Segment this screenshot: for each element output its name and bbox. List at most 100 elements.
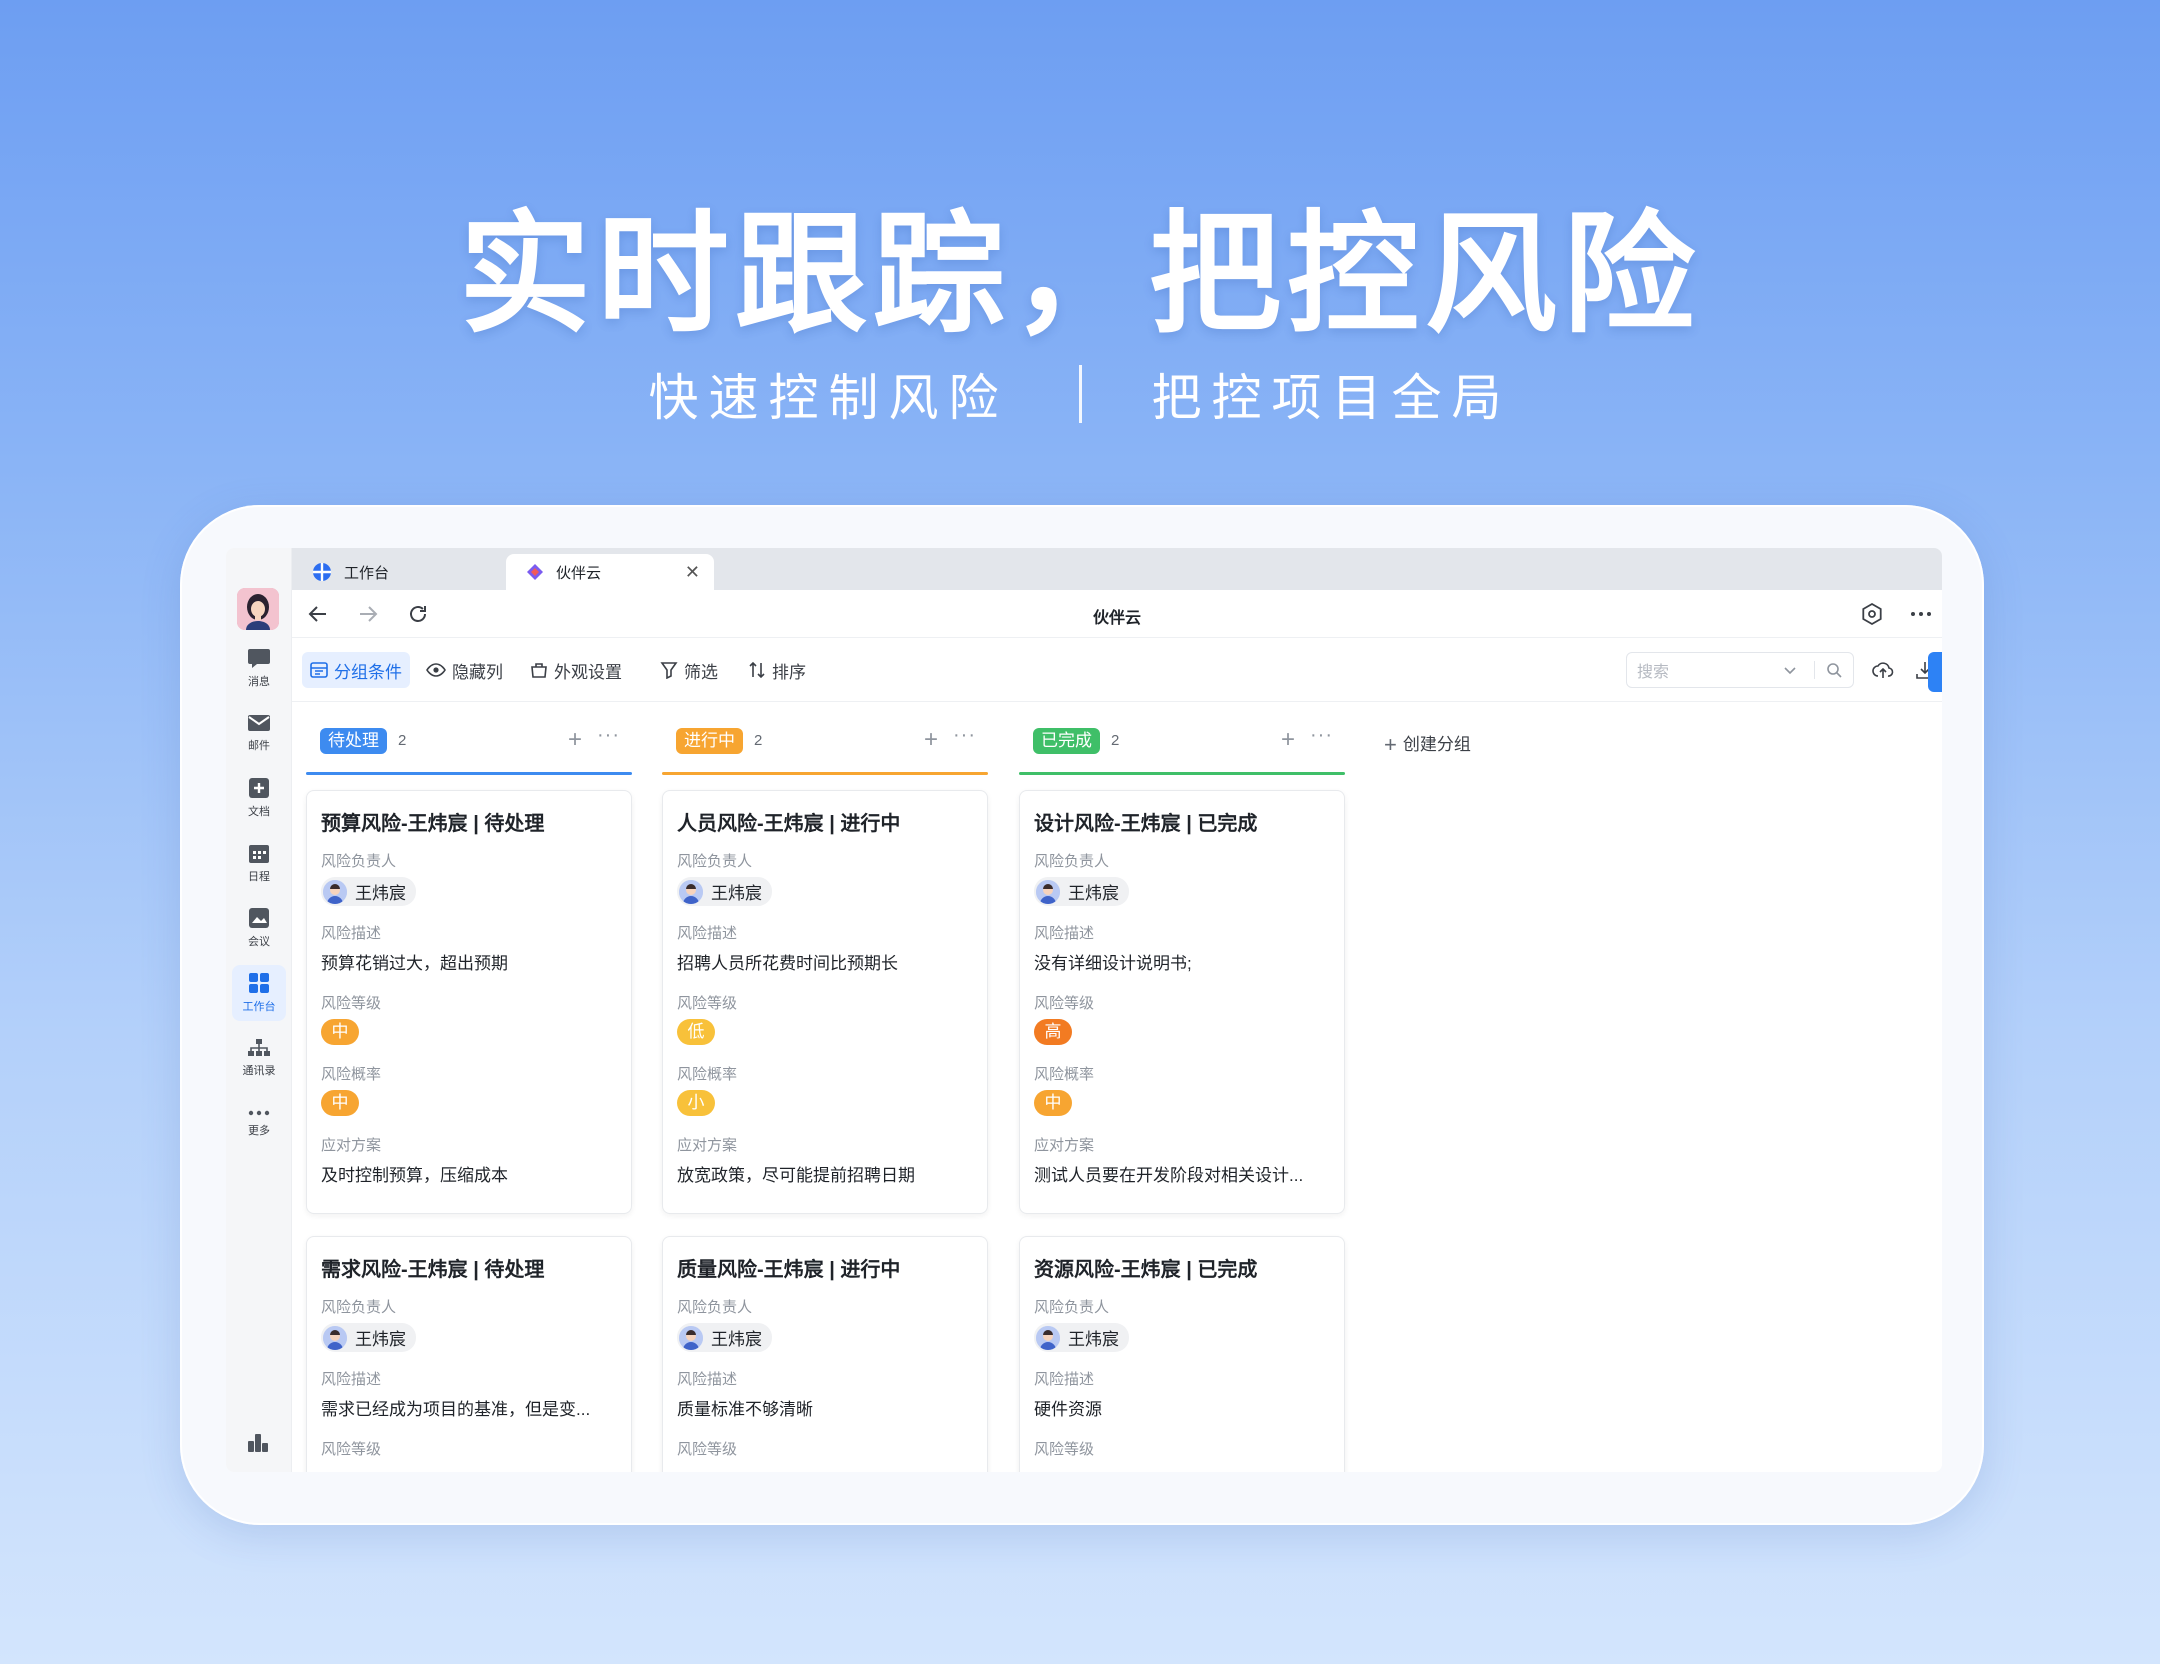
field-label-level: 风险等级 — [677, 1441, 738, 1458]
search-icon[interactable] — [1825, 661, 1843, 679]
hero-title: 实时跟踪，把控风险 — [459, 201, 1701, 348]
add-record-button[interactable] — [1928, 652, 1942, 692]
add-card-icon[interactable]: + — [1281, 726, 1295, 754]
rail-item-contacts[interactable]: 通讯录 — [232, 1030, 286, 1086]
risk-card[interactable]: 预算风险-王炜宸 | 待处理 风险负责人 王炜宸 风险描述 预算花销过大，超出预期 风险等… — [306, 790, 632, 1214]
calendar-icon — [249, 845, 269, 863]
card-title: 资源风险-王炜宸 | 已完成 — [1034, 1259, 1258, 1281]
card-title: 人员风险-王炜宸 | 进行中 — [677, 813, 901, 835]
group-more-icon[interactable]: ··· — [597, 724, 620, 747]
owner-name: 王炜宸 — [711, 884, 762, 903]
page-title: 伙伴云 — [1092, 610, 1141, 627]
owner-avatar — [323, 879, 347, 904]
group-condition-button[interactable]: 分组条件 — [302, 652, 410, 688]
field-value-plan: 放宽政策，尽可能提前招聘日期 — [677, 1166, 915, 1185]
group-status-tag[interactable]: 待处理 — [320, 728, 387, 754]
meeting-icon — [249, 908, 269, 928]
field-label-plan: 应对方案 — [1034, 1137, 1095, 1154]
group-count: 2 — [1111, 732, 1120, 749]
search-input[interactable]: 搜索 — [1626, 652, 1854, 688]
hide-columns-button[interactable]: 隐藏列 — [418, 652, 511, 688]
risk-card[interactable]: 资源风险-王炜宸 | 已完成 风险负责人 王炜宸 风险描述 硬件资源 风险等级 — [1019, 1236, 1345, 1472]
hero-subtitle-right: 把控项目全局 — [1151, 370, 1512, 426]
view-toolbar: 分组条件 隐藏列 外观设置 筛选 排序 搜索 — [292, 638, 1942, 702]
group-status-tag[interactable]: 进行中 — [676, 728, 743, 754]
rail-item-meeting[interactable]: 会议 — [232, 900, 286, 956]
owner-chip[interactable]: 王炜宸 — [1034, 877, 1129, 906]
field-label-level: 风险等级 — [321, 995, 382, 1012]
rail-label: 消息 — [248, 676, 270, 688]
create-group-label: 创建分组 — [1402, 735, 1471, 754]
owner-chip[interactable]: 王炜宸 — [677, 877, 772, 906]
owner-avatar — [679, 1325, 703, 1350]
eye-icon — [426, 663, 446, 677]
owner-chip[interactable]: 王炜宸 — [321, 877, 416, 906]
risk-level-badge: 高 — [1034, 1019, 1072, 1045]
owner-chip[interactable]: 王炜宸 — [321, 1323, 416, 1352]
field-label-owner: 风险负责人 — [1034, 1299, 1110, 1316]
risk-card[interactable]: 设计风险-王炜宸 | 已完成 风险负责人 王炜宸 风险描述 没有详细设计说明书; 风险等级… — [1019, 790, 1345, 1214]
group-color-bar — [662, 772, 988, 775]
upload-icon[interactable] — [1872, 660, 1894, 680]
sort-label: 排序 — [772, 662, 806, 682]
owner-name: 王炜宸 — [355, 884, 406, 903]
card-title: 需求风险-王炜宸 | 待处理 — [321, 1259, 545, 1281]
filter-icon — [660, 662, 678, 679]
rail-label: 通讯录 — [242, 1065, 276, 1077]
create-group-button[interactable]: + 创建分组 — [1384, 730, 1471, 758]
rail-item-doc[interactable]: 文档 — [232, 770, 286, 826]
tab-huobanyun[interactable]: 伙伴云 ✕ — [506, 554, 714, 590]
search-placeholder: 搜索 — [1637, 664, 1670, 681]
browser-tab-strip: 工作台 伙伴云 ✕ — [292, 548, 1942, 590]
rail-item-calendar[interactable]: 日程 — [232, 835, 286, 891]
appearance-settings-button[interactable]: 外观设置 — [522, 652, 630, 688]
rail-label: 文档 — [248, 806, 270, 818]
settings-icon[interactable] — [1860, 602, 1884, 626]
rail-item-workbench[interactable]: 工作台 — [232, 965, 286, 1021]
hide-columns-label: 隐藏列 — [452, 662, 503, 682]
risk-probability-badge: 小 — [677, 1090, 715, 1116]
owner-name: 王炜宸 — [1068, 1330, 1119, 1349]
rail-item-mail[interactable]: 邮件 — [232, 705, 286, 761]
risk-card[interactable]: 质量风险-王炜宸 | 进行中 风险负责人 王炜宸 风险描述 质量标准不够清晰 风险等级 — [662, 1236, 988, 1472]
risk-card[interactable]: 需求风险-王炜宸 | 待处理 风险负责人 王炜宸 风险描述 需求已经成为项目的基准，但是… — [306, 1236, 632, 1472]
group-icon — [310, 662, 328, 678]
field-label-desc: 风险描述 — [1034, 1371, 1095, 1388]
rail-item-more[interactable]: 更多 — [232, 1095, 286, 1151]
rail-label: 邮件 — [248, 740, 270, 752]
field-label-desc: 风险描述 — [321, 1371, 382, 1388]
filter-button[interactable]: 筛选 — [652, 652, 726, 688]
chevron-down-icon[interactable] — [1783, 661, 1797, 679]
field-label-owner: 风险负责人 — [677, 1299, 753, 1316]
close-icon[interactable]: ✕ — [685, 562, 700, 583]
owner-chip[interactable]: 王炜宸 — [677, 1323, 772, 1352]
sort-button[interactable]: 排序 — [740, 652, 814, 688]
more-horizontal-icon[interactable] — [1908, 602, 1934, 626]
tab-workbench[interactable]: 工作台 — [292, 554, 506, 590]
huobanyun-logo-icon — [527, 564, 543, 580]
workbench-icon — [249, 973, 269, 993]
group-more-icon[interactable]: ··· — [953, 724, 976, 747]
app-center-icon[interactable] — [246, 1431, 270, 1458]
field-label-desc: 风险描述 — [677, 925, 738, 942]
tab-label: 伙伴云 — [556, 564, 602, 582]
add-card-icon[interactable]: + — [924, 726, 938, 754]
field-label-level: 风险等级 — [677, 995, 738, 1012]
field-label-plan: 应对方案 — [677, 1137, 738, 1154]
risk-probability-badge: 中 — [1034, 1090, 1072, 1116]
rail-item-message[interactable]: 消息 — [232, 640, 286, 696]
field-value-desc: 硬件资源 — [1034, 1400, 1102, 1419]
owner-chip[interactable]: 王炜宸 — [1034, 1323, 1129, 1352]
appearance-settings-label: 外观设置 — [554, 662, 622, 682]
group-status-tag[interactable]: 已完成 — [1033, 728, 1100, 754]
owner-avatar — [1036, 879, 1060, 904]
add-card-icon[interactable]: + — [568, 726, 582, 754]
owner-avatar — [1036, 1325, 1060, 1350]
field-label-desc: 风险描述 — [1034, 925, 1095, 942]
search-divider — [1814, 661, 1815, 679]
user-avatar[interactable] — [237, 588, 279, 630]
field-value-plan: 测试人员要在开发阶段对相关设计... — [1034, 1166, 1304, 1185]
owner-avatar — [323, 1325, 347, 1350]
risk-card[interactable]: 人员风险-王炜宸 | 进行中 风险负责人 王炜宸 风险描述 招聘人员所花费时间比预期长风… — [662, 790, 988, 1214]
group-more-icon[interactable]: ··· — [1310, 724, 1333, 747]
